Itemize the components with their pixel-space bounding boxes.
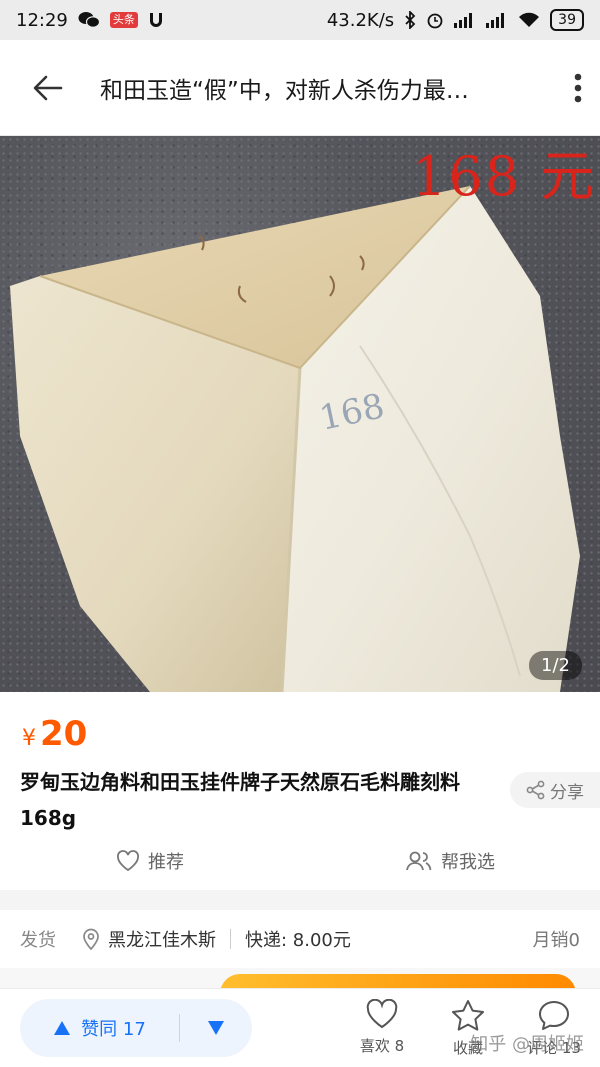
more-options-button[interactable] bbox=[542, 62, 582, 114]
status-time: 12:29 bbox=[16, 9, 68, 31]
triangle-down-icon bbox=[208, 1021, 224, 1035]
buy-button-partial[interactable] bbox=[220, 974, 576, 988]
signal-icon-1 bbox=[454, 12, 476, 28]
bluetooth-icon bbox=[404, 11, 416, 29]
image-page-indicator: 1/2 bbox=[529, 651, 582, 680]
recommend-label: 推荐 bbox=[148, 852, 184, 873]
shipping-label: 发货 bbox=[20, 930, 56, 951]
share-label: 分享 bbox=[550, 782, 584, 803]
help-choose-button[interactable]: 帮我选 bbox=[300, 842, 600, 880]
jade-stone-image: 168 bbox=[10, 185, 580, 692]
alarm-icon bbox=[426, 11, 444, 29]
back-button[interactable] bbox=[22, 62, 74, 114]
arrow-left-icon bbox=[33, 75, 63, 100]
share-icon bbox=[526, 780, 545, 800]
top-nav-bar: 和田玉造“假”中，对新人杀伤力最… bbox=[0, 40, 600, 136]
wifi-icon bbox=[518, 12, 540, 28]
product-action-row: 推荐 帮我选 bbox=[0, 842, 600, 880]
product-title: 罗甸玉边角料和田玉挂件牌子天然原石毛料雕刻料168g bbox=[20, 770, 460, 830]
people-icon bbox=[406, 851, 432, 871]
comment-bubble-icon bbox=[539, 1000, 569, 1030]
wechat-icon bbox=[78, 11, 100, 29]
product-photo[interactable]: 168 168 元 1/2 bbox=[0, 136, 600, 692]
battery-indicator: 39 bbox=[550, 9, 584, 31]
shield-icon bbox=[148, 11, 164, 29]
upvote-button[interactable]: 赞同 17 bbox=[20, 999, 179, 1057]
like-label: 喜欢 8 bbox=[359, 1036, 405, 1055]
recommend-button[interactable]: 推荐 bbox=[0, 842, 300, 880]
triangle-up-icon bbox=[54, 1021, 71, 1035]
currency-symbol: ¥ bbox=[22, 726, 36, 751]
star-icon bbox=[452, 999, 484, 1031]
heart-outline-icon bbox=[117, 850, 139, 872]
page-title: 和田玉造“假”中，对新人杀伤力最… bbox=[100, 77, 469, 104]
zhihu-watermark: 知乎 @周姬姬 bbox=[470, 1034, 584, 1055]
network-speed: 43.2K/s bbox=[326, 9, 395, 31]
express-fee: 快递: 8.00元 bbox=[245, 930, 351, 951]
product-info-card: ¥ 20 罗甸玉边角料和田玉挂件牌子天然原石毛料雕刻料168g 分享 推荐 帮我… bbox=[0, 692, 600, 890]
like-button[interactable]: 喜欢 8 bbox=[350, 998, 414, 1058]
heart-icon bbox=[366, 998, 398, 1028]
help-choose-label: 帮我选 bbox=[441, 852, 495, 873]
photo-price-overlay: 168 元 bbox=[412, 145, 597, 208]
location-pin-icon bbox=[83, 928, 99, 950]
shipping-separator bbox=[230, 929, 231, 949]
vote-pill: 赞同 17 bbox=[20, 999, 252, 1057]
price-value: 20 bbox=[40, 714, 88, 754]
upvote-label: 赞同 17 bbox=[81, 1019, 146, 1040]
share-button[interactable]: 分享 bbox=[510, 772, 600, 808]
signal-icon-2 bbox=[486, 12, 508, 28]
shop-action-strip bbox=[0, 968, 600, 988]
status-bar: 12:29 头条 43.2K/s 39 bbox=[0, 0, 600, 40]
monthly-sales: 月销0 bbox=[532, 930, 580, 951]
more-vertical-icon bbox=[574, 73, 582, 102]
downvote-button[interactable] bbox=[180, 999, 252, 1057]
shipping-location: 黑龙江佳木斯 bbox=[82, 926, 216, 952]
shipping-row: 发货 黑龙江佳木斯 快递: 8.00元 月销0 bbox=[0, 910, 600, 968]
price-row: ¥ 20 bbox=[22, 714, 87, 754]
shipping-location-text: 黑龙江佳木斯 bbox=[108, 930, 216, 951]
section-divider bbox=[0, 890, 600, 910]
toutiao-icon: 头条 bbox=[109, 12, 138, 28]
